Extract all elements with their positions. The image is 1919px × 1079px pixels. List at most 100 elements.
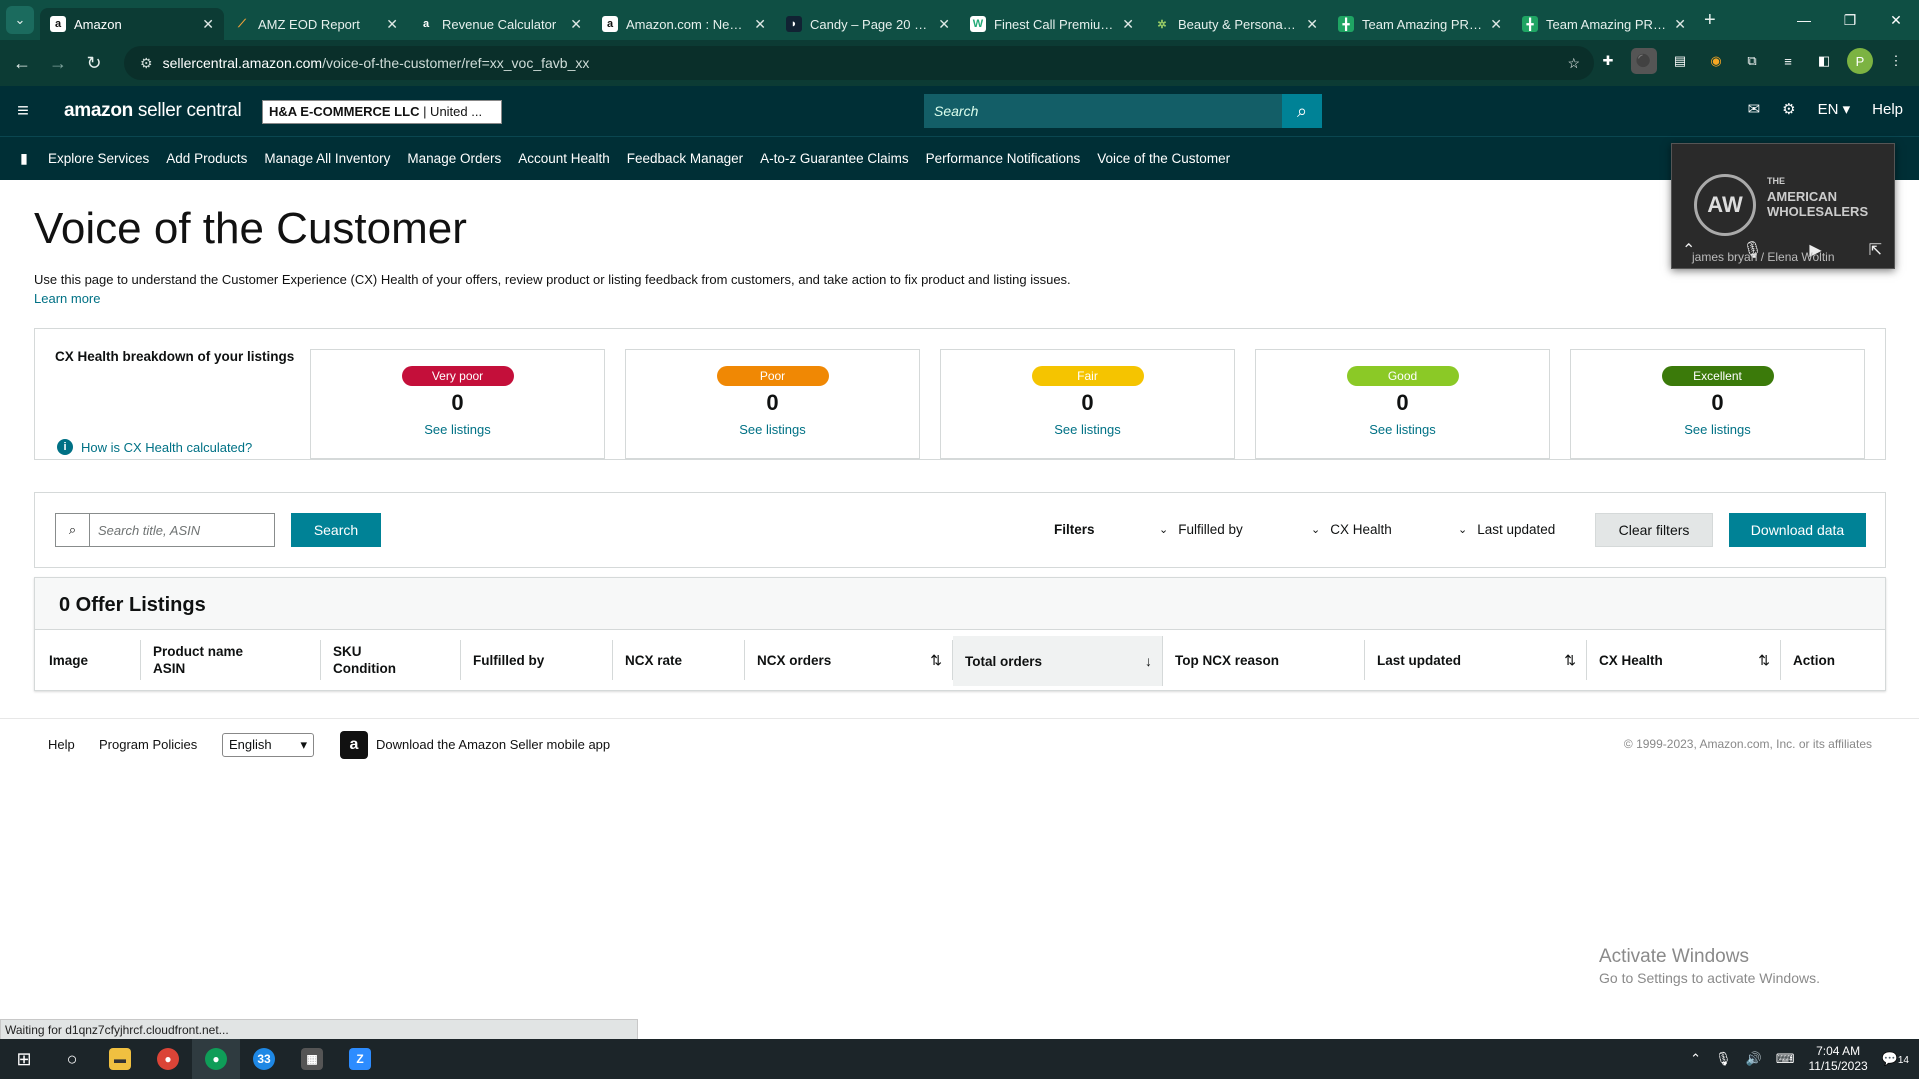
clock[interactable]: 7:04 AM 11/15/2023 <box>1809 1044 1868 1074</box>
minimize-icon[interactable]: — <box>1781 12 1827 28</box>
help-link[interactable]: Help <box>1872 101 1903 118</box>
back-icon[interactable]: ← <box>4 53 40 74</box>
nav-explore-services[interactable]: Explore Services <box>48 151 149 166</box>
profile-avatar[interactable]: P <box>1847 48 1873 74</box>
extension-off-icon[interactable]: ⚫ <box>1631 48 1657 74</box>
sort-icon[interactable]: ⇅ <box>930 652 942 669</box>
tab-revenue-calculator[interactable]: a Revenue Calculator ✕ <box>408 8 592 40</box>
nav-performance-notifications[interactable]: Performance Notifications <box>926 151 1081 166</box>
notification-icon[interactable]: 💬14 <box>1882 1051 1909 1067</box>
tab-finest-call[interactable]: W Finest Call Premium S ✕ <box>960 8 1144 40</box>
page-intro: Use this page to understand the Customer… <box>34 272 1071 287</box>
account-switcher[interactable]: H&A E-COMMERCE LLC | United ... <box>262 100 502 124</box>
puzzle-icon[interactable]: ⧉ <box>1739 48 1765 74</box>
chrome-profile-icon[interactable]: ● <box>192 1039 240 1079</box>
close-window-icon[interactable]: ✕ <box>1873 12 1919 29</box>
nav-voice-of-customer[interactable]: Voice of the Customer <box>1097 151 1230 166</box>
learn-more-link[interactable]: Learn more <box>34 291 100 306</box>
media-icon[interactable]: ≡ <box>1775 48 1801 74</box>
new-tab-icon[interactable]: + <box>1704 9 1716 32</box>
tab-amazon-nerds[interactable]: a Amazon.com : Nerds ✕ <box>592 8 776 40</box>
search-circle-icon[interactable]: ○ <box>48 1039 96 1079</box>
chrome-icon[interactable]: ● <box>144 1039 192 1079</box>
column-total-orders[interactable]: Total orders ↓ <box>953 636 1163 686</box>
mail-icon[interactable]: ✉ <box>1748 100 1761 118</box>
tab-close-icon[interactable]: ✕ <box>570 16 582 33</box>
tab-close-icon[interactable]: ✕ <box>938 16 950 33</box>
keyboard-icon[interactable]: ⌨ <box>1776 1051 1795 1067</box>
fulfilled-by-dropdown[interactable]: ⌄ Fulfilled by <box>1159 522 1243 537</box>
tab-close-icon[interactable]: ✕ <box>1674 16 1686 33</box>
extension-circle-icon[interactable]: ◉ <box>1703 48 1729 74</box>
cx-health-dropdown[interactable]: ⌄ CX Health <box>1311 522 1392 537</box>
tab-beauty[interactable]: ✲ Beauty & Personal Ca ✕ <box>1144 8 1328 40</box>
column-ncx-orders[interactable]: NCX orders ⇅ <box>745 640 953 680</box>
sort-icon[interactable]: ⇅ <box>1758 652 1770 669</box>
url-input[interactable]: ⚙ sellercentral.amazon.com/voice-of-the-… <box>124 46 1594 80</box>
tab-amazon[interactable]: a Amazon ✕ <box>40 8 224 40</box>
tab-close-icon[interactable]: ✕ <box>1306 16 1318 33</box>
browser-status-bar: Waiting for d1qnz7cfyjhrcf.cloudfront.ne… <box>0 1019 638 1041</box>
tab-team-amazing-1[interactable]: ╋ Team Amazing PR - C ✕ <box>1328 8 1512 40</box>
footer-app-link[interactable]: Download the Amazon Seller mobile app <box>376 737 610 752</box>
tab-close-icon[interactable]: ✕ <box>1490 16 1502 33</box>
see-listings-link[interactable]: See listings <box>311 422 604 437</box>
site-info-icon[interactable]: ⚙ <box>140 55 153 72</box>
nav-a-to-z-claims[interactable]: A-to-z Guarantee Claims <box>760 151 909 166</box>
windows-start-icon[interactable]: ⊞ <box>0 1039 48 1079</box>
header-search-input[interactable]: Search <box>924 94 1282 128</box>
extension-image-icon[interactable]: ▤ <box>1667 48 1693 74</box>
tab-amz-eod-report[interactable]: ⟋ AMZ EOD Report ✕ <box>224 8 408 40</box>
see-listings-link[interactable]: See listings <box>1256 422 1549 437</box>
hamburger-menu-icon[interactable]: ≡ <box>0 100 46 123</box>
sort-down-icon[interactable]: ↓ <box>1145 653 1152 670</box>
bookmark-star-icon[interactable]: ☆ <box>1567 55 1580 72</box>
see-listings-link[interactable]: See listings <box>1571 422 1864 437</box>
nav-feedback-manager[interactable]: Feedback Manager <box>627 151 743 166</box>
tab-close-icon[interactable]: ✕ <box>754 16 766 33</box>
forward-icon[interactable]: → <box>40 53 76 74</box>
side-panel-icon[interactable]: ◧ <box>1811 48 1837 74</box>
download-data-button[interactable]: Download data <box>1729 513 1866 547</box>
seller-central-logo[interactable]: amazon seller central <box>64 100 242 122</box>
amazon-app-icon[interactable]: a <box>340 731 368 759</box>
tab-search-icon[interactable]: ⌄ <box>6 6 34 34</box>
file-explorer-icon[interactable]: ▬ <box>96 1039 144 1079</box>
nav-manage-inventory[interactable]: Manage All Inventory <box>264 151 390 166</box>
footer-program-policies-link[interactable]: Program Policies <box>99 737 197 752</box>
footer-help-link[interactable]: Help <box>48 737 75 752</box>
tab-team-amazing-2[interactable]: ╋ Team Amazing PR - C ✕ <box>1512 8 1696 40</box>
footer-language-select[interactable]: English ▾ <box>222 733 314 757</box>
search-icon[interactable]: ⌕ <box>1282 94 1322 128</box>
nav-manage-orders[interactable]: Manage Orders <box>407 151 501 166</box>
cx-health-how-link[interactable]: i How is CX Health calculated? <box>57 439 252 455</box>
nav-add-products[interactable]: Add Products <box>166 151 247 166</box>
restore-icon[interactable]: ❐ <box>1827 12 1873 29</box>
mail-app-icon[interactable]: 33 <box>240 1039 288 1079</box>
column-cx-health[interactable]: CX Health ⇅ <box>1587 640 1781 680</box>
see-listings-link[interactable]: See listings <box>626 422 919 437</box>
last-updated-dropdown[interactable]: ⌄ Last updated <box>1458 522 1555 537</box>
microphone-icon[interactable]: 🎙 <box>1715 1051 1732 1067</box>
see-listings-link[interactable]: See listings <box>941 422 1234 437</box>
reload-icon[interactable]: ↻ <box>76 53 112 74</box>
extension-icon[interactable]: ✚ <box>1595 48 1621 74</box>
calculator-icon[interactable]: ▦ <box>288 1039 336 1079</box>
chevron-up-icon[interactable]: ⌃ <box>1690 1051 1701 1067</box>
tab-close-icon[interactable]: ✕ <box>202 16 214 33</box>
volume-icon[interactable]: 🔊 <box>1746 1051 1762 1067</box>
search-button[interactable]: Search <box>291 513 381 547</box>
tab-close-icon[interactable]: ✕ <box>1122 16 1134 33</box>
tab-candy[interactable]: ◗ Candy – Page 20 – Ja ✕ <box>776 8 960 40</box>
listing-search-input[interactable]: Search title, ASIN <box>90 514 274 546</box>
gear-icon[interactable]: ⚙ <box>1782 100 1795 118</box>
bookmark-icon[interactable]: ▮ <box>0 150 48 167</box>
nav-account-health[interactable]: Account Health <box>518 151 610 166</box>
language-selector[interactable]: EN ▾ <box>1818 100 1851 118</box>
column-last-updated[interactable]: Last updated ⇅ <box>1365 640 1587 680</box>
sort-icon[interactable]: ⇅ <box>1564 652 1576 669</box>
zoom-icon[interactable]: Z <box>336 1039 384 1079</box>
tab-close-icon[interactable]: ✕ <box>386 16 398 33</box>
menu-kebab-icon[interactable]: ⋮ <box>1883 48 1909 74</box>
clear-filters-button[interactable]: Clear filters <box>1595 513 1713 547</box>
